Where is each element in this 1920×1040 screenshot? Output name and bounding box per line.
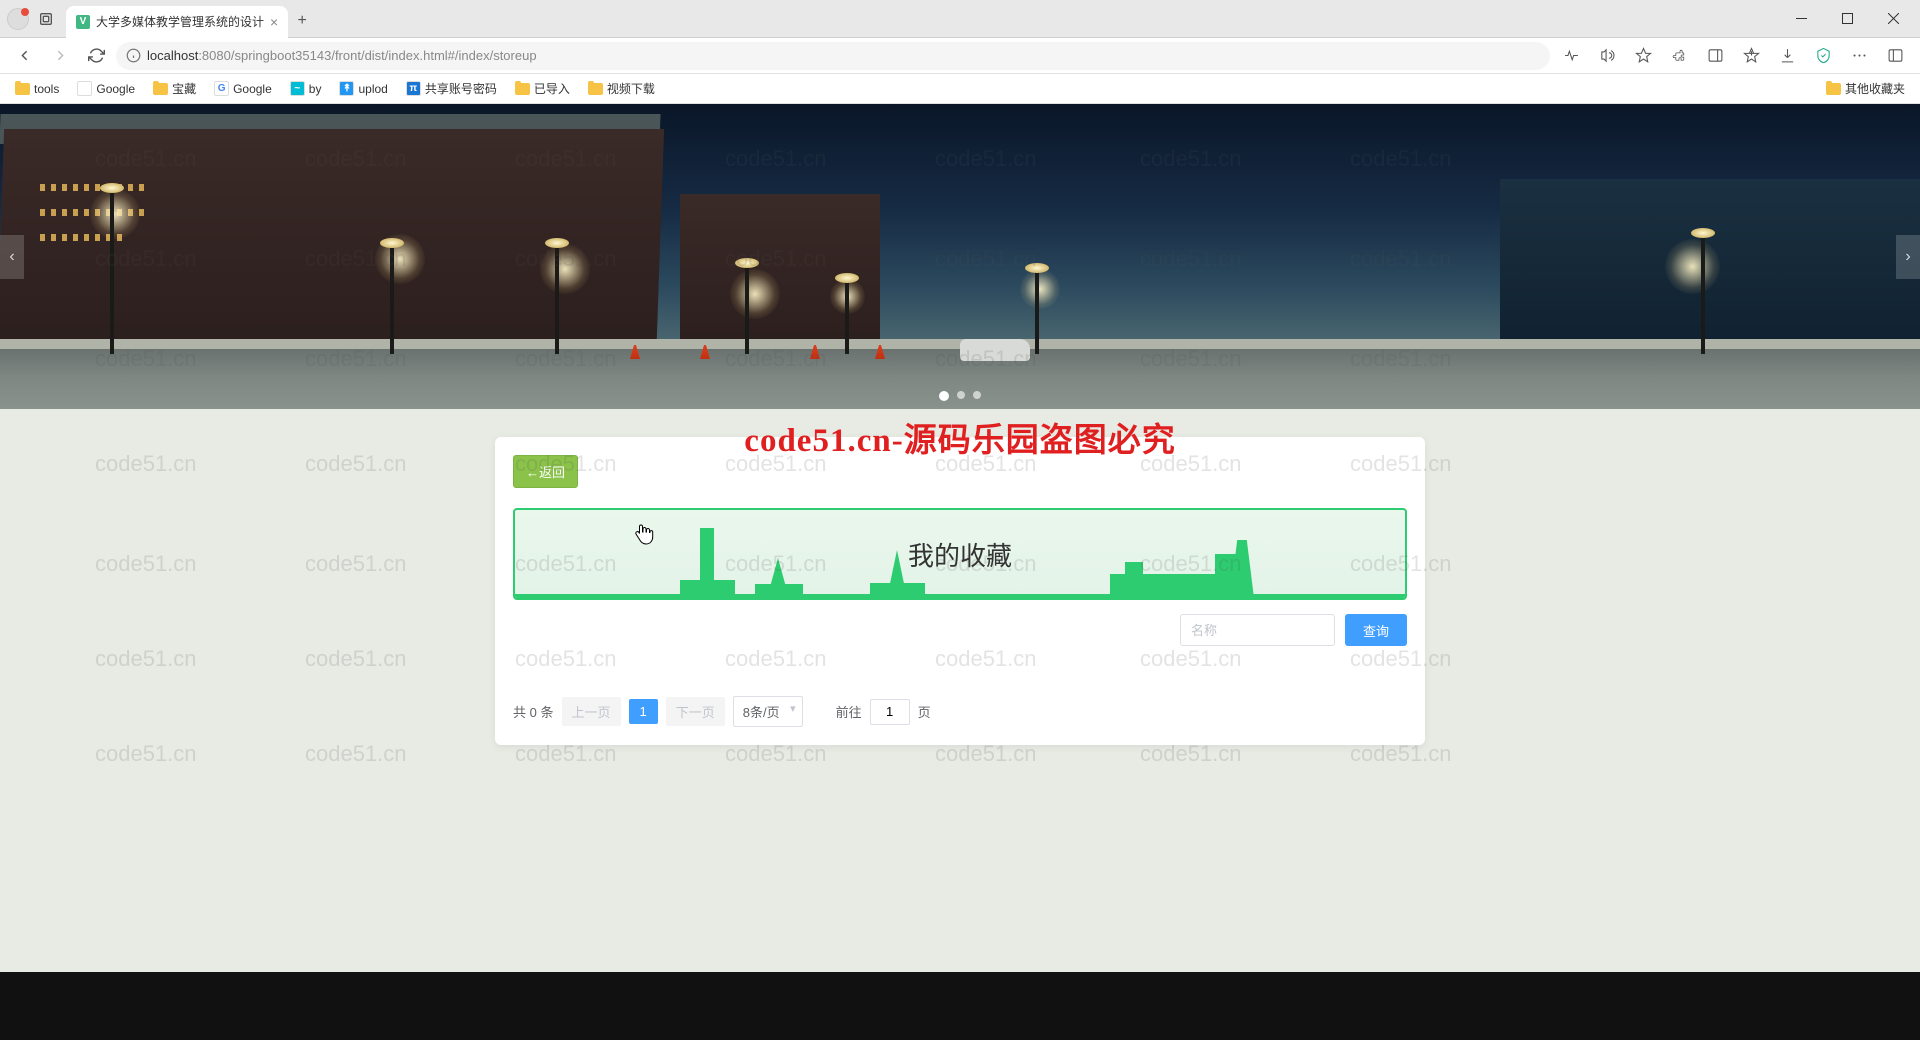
security-icon[interactable] [1806, 40, 1840, 72]
window-minimize-button[interactable] [1778, 3, 1824, 35]
bookmark-item[interactable]: 视频下载 [581, 77, 662, 100]
page-prev[interactable]: 上一页 [562, 697, 621, 726]
bookmark-favicon: G [214, 81, 229, 96]
bookmark-item[interactable]: tools [8, 77, 66, 100]
bookmark-favicon: π [406, 81, 421, 96]
downloads-icon[interactable] [1770, 40, 1804, 72]
sidebar-icon[interactable] [1698, 40, 1732, 72]
carousel-banner: ‹ › [0, 104, 1920, 409]
page-number[interactable]: 1 [629, 699, 658, 724]
back-button[interactable] [8, 40, 40, 72]
search-button[interactable]: 查询 [1345, 614, 1407, 646]
folder-icon [515, 83, 530, 95]
other-bookmarks[interactable]: 其他收藏夹 [1819, 77, 1912, 100]
page-goto-input[interactable] [870, 699, 910, 725]
carousel-dots[interactable] [939, 391, 981, 401]
page-next[interactable]: 下一页 [666, 697, 725, 726]
bookmark-item[interactable]: 宝藏 [146, 77, 203, 100]
page-title: 我的收藏 [908, 536, 1012, 573]
more-icon[interactable] [1842, 40, 1876, 72]
banner-image [0, 104, 1920, 409]
bookmark-favicon [77, 81, 92, 96]
split-screen-icon[interactable] [1878, 40, 1912, 72]
window-maximize-button[interactable] [1824, 3, 1870, 35]
bookmark-item[interactable]: π共享账号密码 [399, 77, 504, 100]
url-path: /springboot35143/front/dist/index.html#/… [231, 48, 537, 63]
carousel-next[interactable]: › [1896, 235, 1920, 279]
back-link[interactable]: ←返回 [513, 455, 578, 488]
page-title-box: 我的收藏 [513, 508, 1407, 600]
pagination: 共 0 条 上一页 1 下一页 8条/页 前往 页 [513, 696, 1407, 727]
read-aloud-icon[interactable] [1590, 40, 1624, 72]
bookmarks-bar: toolsGoogle宝藏GGoogle~by↟uplodπ共享账号密码已导入视… [0, 74, 1920, 104]
browser-titlebar: V 大学多媒体教学管理系统的设计 × + [0, 0, 1920, 38]
carousel-prev[interactable]: ‹ [0, 235, 24, 279]
tracking-icon[interactable] [1554, 40, 1588, 72]
extensions-icon[interactable] [1662, 40, 1696, 72]
profile-badge[interactable] [4, 5, 32, 33]
bookmark-favicon: ↟ [339, 81, 354, 96]
search-input[interactable] [1180, 614, 1335, 646]
bookmark-item[interactable]: 已导入 [508, 77, 577, 100]
refresh-button[interactable] [80, 40, 112, 72]
page-size-select[interactable]: 8条/页 [733, 696, 803, 727]
site-info-icon[interactable] [126, 48, 141, 63]
close-icon[interactable]: × [270, 14, 278, 30]
url-host: localhost [147, 48, 198, 63]
tab-title: 大学多媒体教学管理系统的设计 [96, 13, 264, 30]
new-tab-button[interactable]: + [288, 7, 316, 35]
browser-addressbar: localhost:8080/springboot35143/front/dis… [0, 38, 1920, 74]
bookmark-item[interactable]: ~by [283, 77, 329, 100]
main-panel: ←返回 我的收藏 查询 共 0 条 上一页 1 [495, 437, 1425, 745]
bookmark-item[interactable]: ↟uplod [332, 77, 394, 100]
forward-button[interactable] [44, 40, 76, 72]
collections-icon[interactable] [1734, 40, 1768, 72]
bookmark-favicon: ~ [290, 81, 305, 96]
bookmark-item[interactable]: Google [70, 77, 142, 100]
folder-icon [153, 83, 168, 95]
folder-icon [588, 83, 603, 95]
page-content: ‹ › ←返回 我的收藏 查询 [0, 104, 1920, 1040]
url-input[interactable]: localhost:8080/springboot35143/front/dis… [116, 42, 1550, 70]
favorites-icon[interactable] [1626, 40, 1660, 72]
bookmark-item[interactable]: GGoogle [207, 77, 279, 100]
window-close-button[interactable] [1870, 3, 1916, 35]
folder-icon [15, 83, 30, 95]
browser-tab[interactable]: V 大学多媒体教学管理系统的设计 × [66, 6, 288, 38]
tab-actions-icon[interactable] [32, 5, 60, 33]
vue-favicon: V [76, 15, 90, 29]
page-footer [0, 972, 1920, 1040]
